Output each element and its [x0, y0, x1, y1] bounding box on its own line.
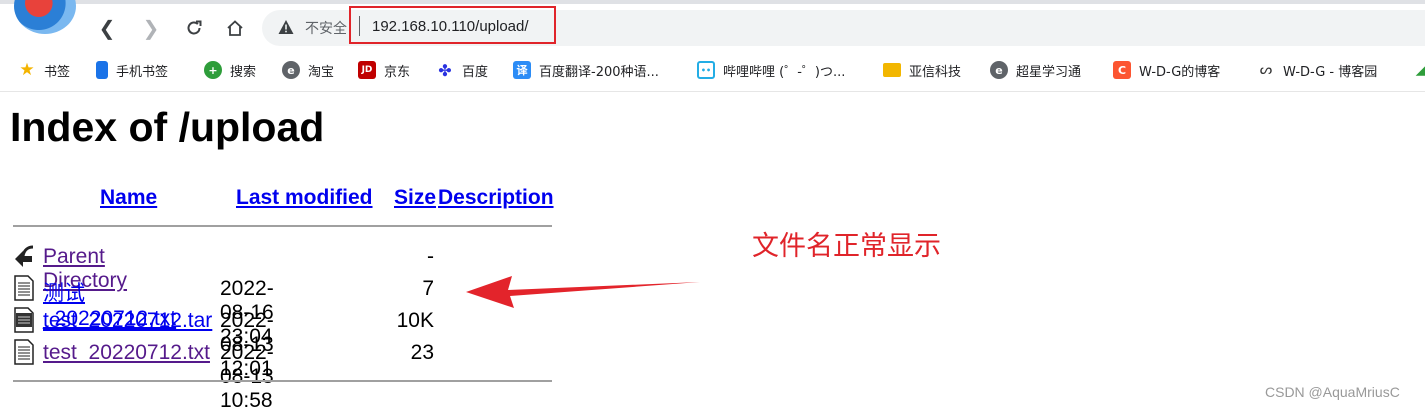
warning-icon[interactable]: [278, 19, 294, 35]
column-name-header: Name: [100, 186, 157, 210]
bookmark-item[interactable]: 亚信科技: [883, 56, 961, 84]
bookmark-item[interactable]: ᔕ W-D-G - 博客园: [1257, 56, 1377, 84]
chrome-divider: [0, 91, 1425, 92]
sort-by-modified-link[interactable]: Last modified: [236, 186, 373, 209]
overflow-icon: ◢: [1415, 62, 1425, 78]
sort-by-name-link[interactable]: Name: [100, 186, 157, 209]
forward-button[interactable]: ❯: [137, 14, 165, 42]
bookmark-item[interactable]: •• 哔哩哔哩 (゜-゜)つ...: [697, 56, 845, 84]
bookmark-item[interactable]: 手机书签: [96, 56, 168, 84]
size-cell: 10K: [396, 309, 434, 332]
divider-bottom: [13, 380, 552, 382]
table-row: 测试_20220712.txt 2022-08-16 23:04 7: [0, 273, 434, 348]
size-cell: 7: [422, 277, 434, 300]
text-file-icon: [14, 339, 34, 365]
bookmark-item[interactable]: ✤ 百度: [436, 56, 488, 84]
sort-by-description-link[interactable]: Description: [438, 186, 554, 209]
bookmark-item[interactable]: + 搜索: [204, 56, 256, 84]
jd-icon: JD: [358, 61, 376, 79]
file-link[interactable]: test_20220712.tar: [43, 309, 212, 333]
bookmark-item[interactable]: e 超星学习通: [990, 56, 1081, 84]
bookmark-item[interactable]: ★ 书签: [18, 56, 70, 84]
annotation-text: 文件名正常显示: [752, 231, 941, 262]
bilibili-icon: ••: [697, 61, 715, 79]
bookmarks-bar: ★ 书签 手机书签 + 搜索 e 淘宝 JD 京东 ✤ 百度 译百度翻译-200种语...…: [0, 56, 1425, 84]
tar-file-icon: [14, 307, 34, 333]
search-plus-icon: +: [204, 61, 222, 79]
tab-strip-edge: [0, 0, 1425, 4]
back-button[interactable]: ❮: [93, 14, 121, 42]
bookmark-item[interactable]: JD 京东: [358, 56, 410, 84]
page-title: Index of /upload: [10, 104, 325, 150]
size-cell: -: [427, 245, 434, 268]
table-row: Parent Directory -: [0, 241, 434, 292]
reload-button[interactable]: [180, 14, 208, 42]
folder-icon: [883, 63, 901, 77]
sort-by-size-link[interactable]: Size: [394, 186, 436, 209]
translate-icon: 译: [513, 61, 531, 79]
text-file-icon: [14, 275, 34, 301]
divider-top: [13, 225, 552, 227]
table-row: test_20220712.tar 2022-08-13 12:01 10K: [0, 305, 434, 380]
bookmark-overflow[interactable]: ◢: [1412, 56, 1425, 84]
bookmark-item[interactable]: C W-D-G的博客: [1113, 56, 1220, 84]
annotation-arrow: [466, 276, 700, 308]
home-icon: [227, 20, 243, 36]
baidu-paw-icon: ✤: [438, 60, 452, 80]
insecure-label[interactable]: 不安全: [305, 18, 347, 38]
table-row: test_20220712.txt 2022-08-13 10:58 23: [0, 337, 434, 412]
column-size-header: Size: [394, 186, 436, 210]
size-cell: 23: [410, 341, 434, 364]
browser-chrome: ❮ ❯ 不安全 192.168.10.110/upload/ ★ 书签 手机书签 …: [0, 0, 1425, 92]
csdn-icon: C: [1113, 61, 1131, 79]
home-button[interactable]: [221, 14, 249, 42]
taobao-icon: e: [282, 61, 300, 79]
modified-cell: 2022-08-13 10:58: [220, 341, 274, 412]
watermark: CSDN @AquaMriusC: [1265, 384, 1400, 400]
chaoxing-icon: e: [990, 61, 1008, 79]
cnblogs-icon: ᔕ: [1259, 62, 1273, 78]
bookmark-item[interactable]: 译百度翻译-200种语...: [513, 56, 659, 84]
reload-icon: [187, 20, 202, 35]
star-icon: ★: [19, 60, 35, 80]
url-highlight-box: [349, 6, 556, 44]
column-modified-header: Last modified: [236, 186, 373, 210]
bookmark-item[interactable]: e 淘宝: [282, 56, 334, 84]
file-link[interactable]: test_20220712.txt: [43, 341, 210, 365]
profile-avatar[interactable]: [14, 0, 76, 34]
phone-icon: [96, 61, 108, 79]
column-description-header: Description: [438, 186, 554, 210]
back-icon: [15, 245, 34, 267]
